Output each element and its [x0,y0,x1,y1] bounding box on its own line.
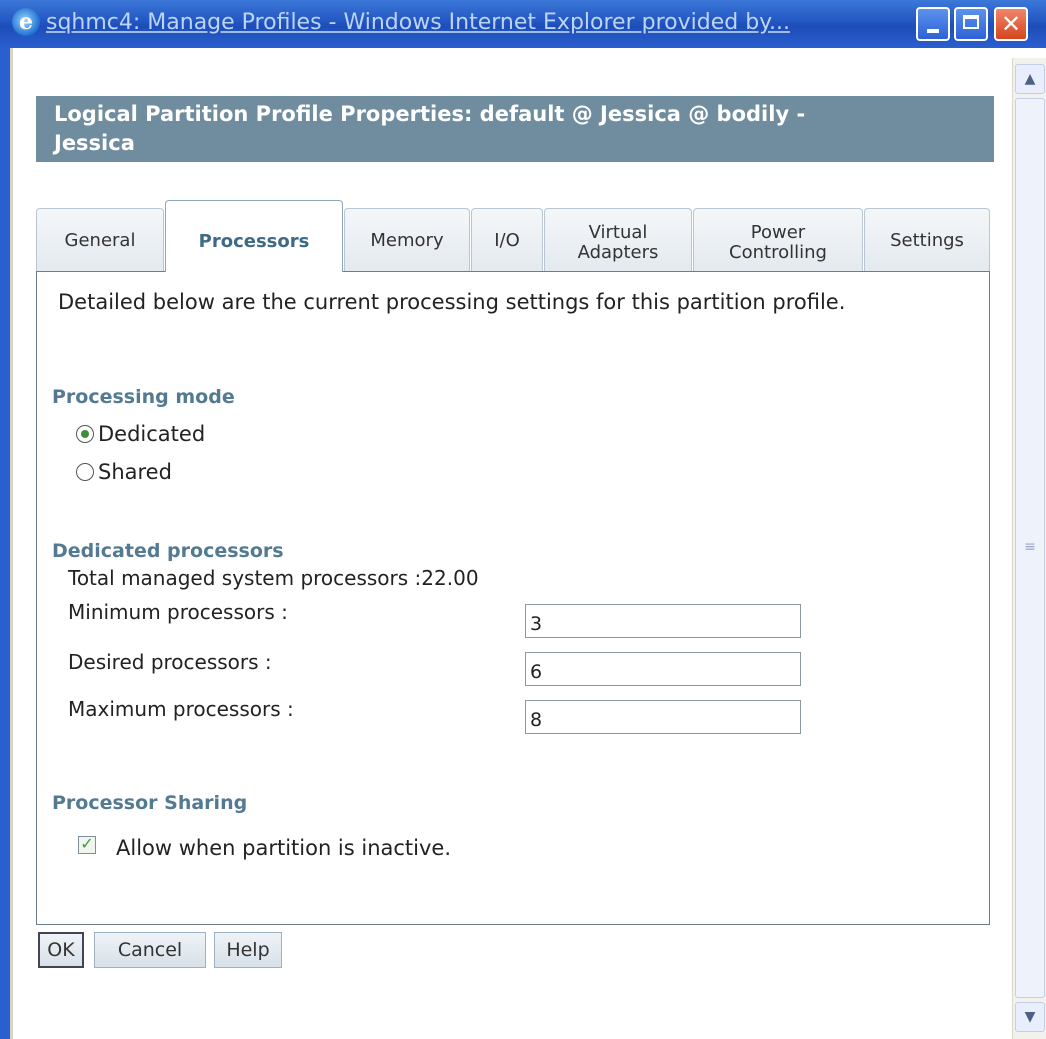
dedicated-processors-heading: Dedicated processors [52,540,284,562]
tab-virtual-adapters-line1: Virtual [588,221,648,243]
total-processors-value: 22.00 [421,566,479,590]
allow-inactive-label: Allow when partition is inactive. [116,836,452,860]
window-title: sqhmc4: Manage Profiles - Windows Intern… [46,10,791,35]
maximize-icon [963,15,979,29]
processor-sharing-heading: Processor Sharing [52,792,248,814]
tab-power-controlling-line2: Controlling [729,241,827,263]
grip-icon: ≡ [1024,539,1036,555]
minimum-processors-input[interactable] [525,604,801,638]
intro-text: Detailed below are the current processin… [58,290,846,314]
tab-processors-label: Processors [198,230,310,252]
tab-settings-label: Settings [890,229,964,251]
page-title-line1: Logical Partition Profile Properties: de… [54,102,806,126]
maximum-processors-input[interactable] [525,700,801,734]
help-button[interactable]: Help [214,932,282,968]
tab-settings[interactable]: Settings [864,208,990,272]
tab-virtual-adapters-label: Virtual Adapters [577,221,659,263]
tab-virtual-adapters-line2: Adapters [577,241,659,263]
checkmark-icon: ✓ [80,834,94,853]
minimize-button[interactable] [916,7,950,41]
page-title: Logical Partition Profile Properties: de… [36,96,994,162]
scroll-down-button[interactable]: ▼ [1015,1002,1045,1032]
radio-dedicated-label: Dedicated [98,422,206,446]
allow-inactive-checkbox[interactable]: ✓ [78,836,96,854]
radio-shared-label: Shared [98,460,172,484]
tab-memory[interactable]: Memory [344,208,470,272]
chevron-up-icon: ▲ [1024,71,1036,87]
maximum-processors-label: Maximum processors : [68,697,294,721]
processing-mode-heading: Processing mode [52,386,235,408]
scroll-thumb[interactable]: ≡ [1015,98,1045,998]
tab-virtual-adapters[interactable]: Virtual Adapters [544,208,692,272]
tab-power-controlling-line1: Power [750,221,806,243]
radio-button-selected[interactable] [76,425,94,443]
tab-processors[interactable]: Processors [165,200,343,272]
tab-panel [36,271,990,925]
tab-general-label: General [64,229,136,251]
total-processors-row: Total managed system processors :22.00 [68,566,479,590]
radio-button-unselected[interactable] [76,463,94,481]
tab-memory-label: Memory [370,229,444,251]
radio-dedicated[interactable]: Dedicated [76,422,205,446]
close-button[interactable]: ✕ [994,7,1028,41]
desired-processors-label: Desired processors : [68,650,272,674]
tab-io-label: I/O [494,229,520,251]
chevron-down-icon: ▼ [1024,1009,1036,1025]
vertical-scrollbar[interactable]: ▲ ≡ ▼ [1012,58,1046,1039]
radio-shared[interactable]: Shared [76,460,172,484]
scroll-up-button[interactable]: ▲ [1015,64,1045,94]
window-left-border [0,48,10,1039]
window-inner-border [10,48,13,1039]
tab-io[interactable]: I/O [471,208,543,272]
maximize-button[interactable] [954,7,988,41]
tab-power-controlling[interactable]: Power Controlling [693,208,863,272]
tab-bar: General Processors Memory I/O Virtual Ad… [36,200,994,272]
tab-general[interactable]: General [36,208,164,272]
cancel-button[interactable]: Cancel [94,932,206,968]
minimize-icon [927,29,939,33]
minimum-processors-label: Minimum processors : [68,600,288,624]
tab-power-controlling-label: Power Controlling [729,221,827,263]
internet-explorer-icon: e [12,8,40,36]
ok-button[interactable]: OK [38,932,84,968]
page-title-line2: Jessica [54,131,135,155]
desired-processors-input[interactable] [525,652,801,686]
total-processors-label: Total managed system processors : [68,566,422,590]
window-titlebar[interactable]: e sqhmc4: Manage Profiles - Windows Inte… [0,0,1046,48]
